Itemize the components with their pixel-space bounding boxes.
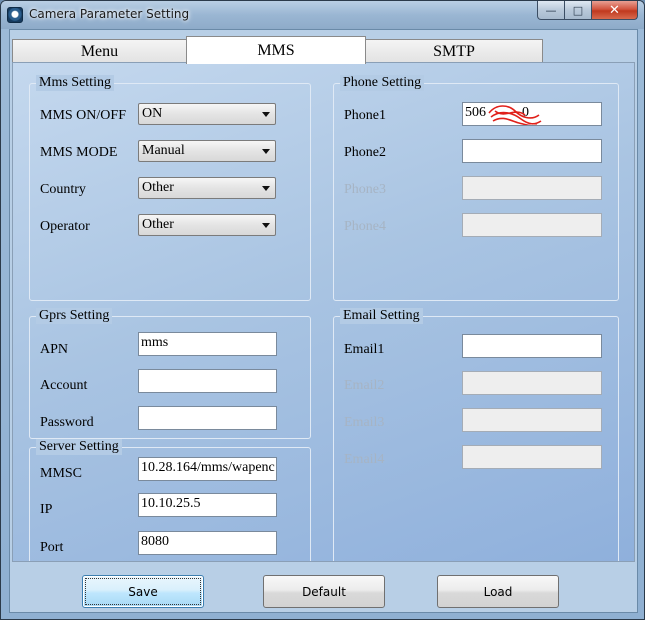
tab-menu[interactable]: Menu — [12, 39, 187, 63]
minimize-button[interactable]: — — [537, 1, 565, 20]
email4-input — [462, 445, 602, 469]
default-button[interactable]: Default — [263, 575, 385, 608]
email3-input — [462, 408, 602, 432]
operator-select[interactable]: Other — [138, 214, 276, 236]
country-label: Country — [40, 182, 86, 197]
email4-label: Email4 — [344, 452, 385, 467]
account-label: Account — [40, 378, 88, 393]
phone2-label: Phone2 — [344, 145, 386, 160]
mms-onoff-select[interactable]: ON — [138, 103, 276, 125]
port-value: 8080 — [141, 534, 169, 549]
phone1-value-head: 506 — [465, 105, 486, 120]
mmsc-input[interactable]: 10.28.164/mms/wapenc — [138, 457, 277, 481]
title-bar[interactable]: Camera Parameter Setting — □ ✕ — [1, 1, 644, 29]
password-input[interactable] — [138, 406, 277, 430]
save-button[interactable]: Save — [82, 575, 204, 608]
mmsc-value: 10.28.164/mms/wapenc — [141, 460, 275, 475]
maximize-button[interactable]: □ — [565, 1, 592, 20]
chevron-down-icon — [262, 186, 270, 191]
dialog-client-area: Menu MMS SMTP Mms Setting MMS ON/OFF ON … — [9, 29, 638, 613]
gprs-setting-title: Gprs Setting — [36, 308, 113, 324]
tab-smtp[interactable]: SMTP — [365, 39, 543, 63]
mms-mode-label: MMS MODE — [40, 145, 118, 160]
tab-mms[interactable]: MMS — [186, 36, 366, 64]
phone1-label: Phone1 — [344, 108, 386, 123]
country-select[interactable]: Other — [138, 177, 276, 199]
close-icon: ✕ — [609, 2, 620, 18]
phone2-input[interactable] — [462, 139, 602, 163]
chevron-down-icon — [262, 223, 270, 228]
maximize-icon: □ — [572, 3, 584, 17]
close-button[interactable]: ✕ — [592, 1, 638, 20]
operator-value: Other — [142, 217, 174, 232]
apn-value: mms — [141, 335, 169, 350]
phone1-input[interactable]: 506 0 — [462, 102, 602, 126]
email3-label: Email3 — [344, 415, 385, 430]
account-input[interactable] — [138, 369, 277, 393]
mms-mode-value: Manual — [142, 143, 185, 158]
phone4-input — [462, 213, 602, 237]
mms-tab-page: Mms Setting MMS ON/OFF ON MMS MODE Manua… — [12, 62, 635, 562]
country-value: Other — [142, 180, 174, 195]
port-label: Port — [40, 540, 64, 555]
mms-onoff-value: ON — [142, 106, 163, 121]
window-controls: — □ ✕ — [537, 1, 638, 21]
email1-label: Email1 — [344, 342, 385, 357]
load-button[interactable]: Load — [437, 575, 559, 608]
email2-label: Email2 — [344, 378, 385, 393]
phone3-input — [462, 176, 602, 200]
mms-setting-title: Mms Setting — [36, 75, 114, 91]
email2-input — [462, 371, 602, 395]
mmsc-label: MMSC — [40, 466, 83, 481]
camera-app-icon — [7, 7, 23, 23]
mms-onoff-label: MMS ON/OFF — [40, 108, 126, 123]
phone4-label: Phone4 — [344, 219, 386, 234]
chevron-down-icon — [262, 149, 270, 154]
app-window: Camera Parameter Setting — □ ✕ Menu MMS … — [0, 0, 645, 620]
port-input[interactable]: 8080 — [138, 531, 277, 555]
ip-label: IP — [40, 502, 53, 517]
apn-label: APN — [40, 342, 69, 357]
ip-input[interactable]: 10.10.25.5 — [138, 493, 277, 517]
email-setting-title: Email Setting — [340, 308, 423, 324]
apn-input[interactable]: mms — [138, 332, 277, 356]
chevron-down-icon — [262, 112, 270, 117]
ip-value: 10.10.25.5 — [141, 496, 201, 511]
mms-mode-select[interactable]: Manual — [138, 140, 276, 162]
redaction-scribble — [488, 105, 542, 125]
operator-label: Operator — [40, 219, 90, 234]
email1-input[interactable] — [462, 334, 602, 358]
password-label: Password — [40, 415, 94, 430]
minimize-icon: — — [545, 3, 557, 17]
phone3-label: Phone3 — [344, 182, 386, 197]
server-setting-title: Server Setting — [36, 439, 122, 455]
phone-setting-title: Phone Setting — [340, 75, 425, 91]
window-title: Camera Parameter Setting — [29, 7, 190, 21]
tab-strip: Menu MMS SMTP — [12, 36, 632, 64]
